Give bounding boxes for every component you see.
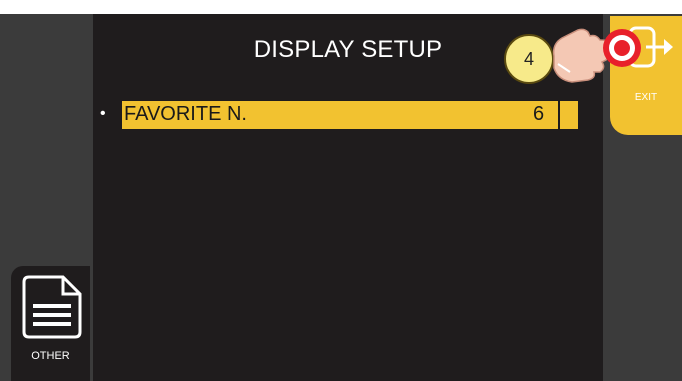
favorite-value: 6 (533, 103, 545, 125)
pointing-hand-icon (552, 28, 641, 83)
setting-row-favorite[interactable]: • FAVORITE N. 6 (95, 101, 580, 129)
favorite-field[interactable]: FAVORITE N. 6 (122, 101, 578, 129)
tutorial-step-badge: 4 (504, 34, 554, 84)
other-label: OTHER (31, 350, 70, 362)
field-divider (558, 101, 560, 129)
document-icon (22, 275, 82, 339)
exit-label: EXIT (634, 92, 658, 103)
favorite-label: FAVORITE N. (124, 103, 247, 125)
touch-target-dot (614, 40, 630, 56)
row-bullet: • (100, 105, 106, 122)
other-button[interactable]: OTHER (11, 266, 90, 381)
